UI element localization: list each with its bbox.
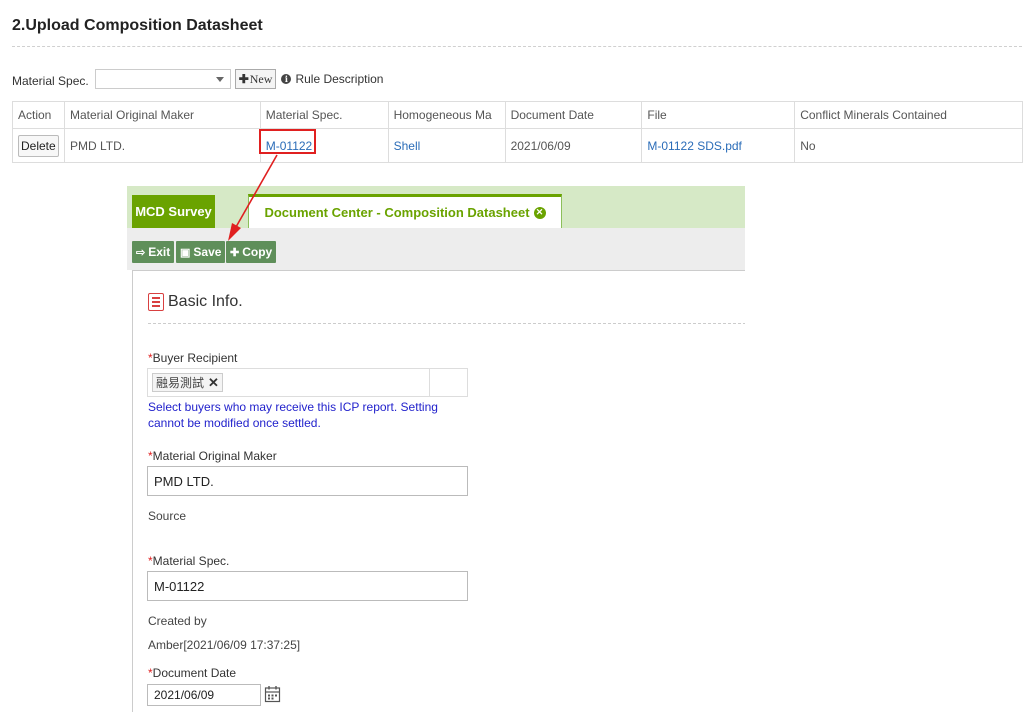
material-spec-filter-label: Material Spec. xyxy=(12,74,89,88)
buyer-hint: Select buyers who may receive this ICP r… xyxy=(148,400,438,430)
section-divider xyxy=(12,46,1022,47)
list-icon xyxy=(148,293,164,311)
basic-info-label: Basic Info. xyxy=(168,293,243,310)
file-link[interactable]: M-01122 SDS.pdf xyxy=(647,139,742,153)
new-button-label: New xyxy=(249,71,273,86)
date-cell: 2021/06/09 xyxy=(504,128,643,163)
filter-row: Material Spec. ✚ New i Rule Description xyxy=(12,68,383,90)
copy-button-label: Copy xyxy=(242,245,273,259)
created-by-label: Created by xyxy=(148,614,207,628)
buyer-recipient-chip-area: 融易測試 ✕ xyxy=(148,369,430,396)
column-header: Conflict Minerals Contained xyxy=(794,101,1023,129)
tab-strip: MCD Survey Document Center - Composition… xyxy=(127,186,745,228)
section-title: 2.Upload Composition Datasheet xyxy=(12,17,263,34)
action-cell: Delete xyxy=(12,128,65,163)
exit-button-label: Exit xyxy=(148,245,171,259)
document-date-text: Document Date xyxy=(152,666,237,680)
material-spec-input[interactable]: M-01122 xyxy=(147,571,468,601)
delete-button[interactable]: Delete xyxy=(18,134,59,157)
info-icon: i xyxy=(281,74,292,84)
material-original-maker-input[interactable]: PMD LTD. xyxy=(147,466,468,496)
column-header: Document Date xyxy=(504,101,643,129)
buyer-recipient-field[interactable]: 融易測試 ✕ xyxy=(147,368,468,397)
form-container: Basic Info. *Buyer Recipient 融易測試 ✕ Sele… xyxy=(132,270,745,712)
material-spec-select[interactable] xyxy=(94,69,231,89)
composition-table: Action Material Original Maker Material … xyxy=(12,101,1023,163)
chevron-down-icon xyxy=(215,77,224,82)
maker-cell: PMD LTD. xyxy=(63,128,261,163)
column-header: File xyxy=(641,101,796,129)
basic-info-divider xyxy=(148,323,745,324)
plus-icon: ✚ xyxy=(238,72,249,86)
table-header-row: Action Material Original Maker Material … xyxy=(12,101,1023,129)
highlight-box xyxy=(259,129,316,154)
document-panel: MCD Survey Document Center - Composition… xyxy=(127,186,745,712)
toolbar: ⇨ Exit ▣ Save ✚ Copy xyxy=(127,228,745,270)
material-spec-label: *Material Spec. xyxy=(148,554,229,568)
floppy-disk-icon: ▣ xyxy=(180,246,191,259)
material-spec-text: Material Spec. xyxy=(152,554,230,568)
homogeneous-link[interactable]: Shell xyxy=(394,139,421,153)
exit-button[interactable]: ⇨ Exit xyxy=(132,241,175,263)
created-by-value: Amber[2021/06/09 17:37:25] xyxy=(148,638,301,652)
homogeneous-cell: Shell xyxy=(387,128,506,163)
buyer-recipient-label: *Buyer Recipient xyxy=(148,351,237,365)
rule-description-link[interactable]: i Rule Description xyxy=(281,72,383,86)
new-button[interactable]: ✚ New xyxy=(234,69,277,89)
calendar-icon[interactable] xyxy=(264,685,281,703)
remove-icon[interactable]: ✕ xyxy=(208,375,219,391)
buyer-chip-label: 融易測試 xyxy=(156,376,205,390)
file-cell: M-01122 SDS.pdf xyxy=(641,128,796,163)
document-date-input[interactable]: 2021/06/09 xyxy=(147,684,261,706)
plus-icon: ✚ xyxy=(230,246,240,259)
copy-button[interactable]: ✚ Copy xyxy=(226,241,277,263)
source-label: Source xyxy=(148,509,187,523)
save-button[interactable]: ▣ Save xyxy=(176,241,226,263)
conflict-cell: No xyxy=(794,128,1023,163)
rule-description-label: Rule Description xyxy=(295,72,384,86)
column-header: Material Spec. xyxy=(259,101,389,129)
basic-info-heading: Basic Info. xyxy=(148,293,243,311)
material-original-maker-label: *Material Original Maker xyxy=(148,449,277,463)
tab-document-center[interactable]: Document Center - Composition Datasheet … xyxy=(248,194,562,228)
close-icon[interactable]: ✕ xyxy=(533,206,546,219)
table-row: Delete PMD LTD. M-01122 Shell 2021/06/09… xyxy=(12,128,1023,163)
save-button-label: Save xyxy=(193,245,222,259)
tab-document-center-label: Document Center - Composition Datasheet xyxy=(264,205,530,220)
buyer-recipient-text: Buyer Recipient xyxy=(152,351,238,365)
column-header: Action xyxy=(12,101,65,129)
tab-mcd-survey[interactable]: MCD Survey xyxy=(132,195,215,228)
exit-icon: ⇨ xyxy=(136,246,146,259)
column-header: Material Original Maker xyxy=(63,101,261,129)
document-date-label: *Document Date xyxy=(148,666,236,680)
material-original-maker-text: Material Original Maker xyxy=(152,449,277,463)
buyer-chip: 融易測試 ✕ xyxy=(152,373,223,392)
column-header: Homogeneous Ma xyxy=(387,101,506,129)
